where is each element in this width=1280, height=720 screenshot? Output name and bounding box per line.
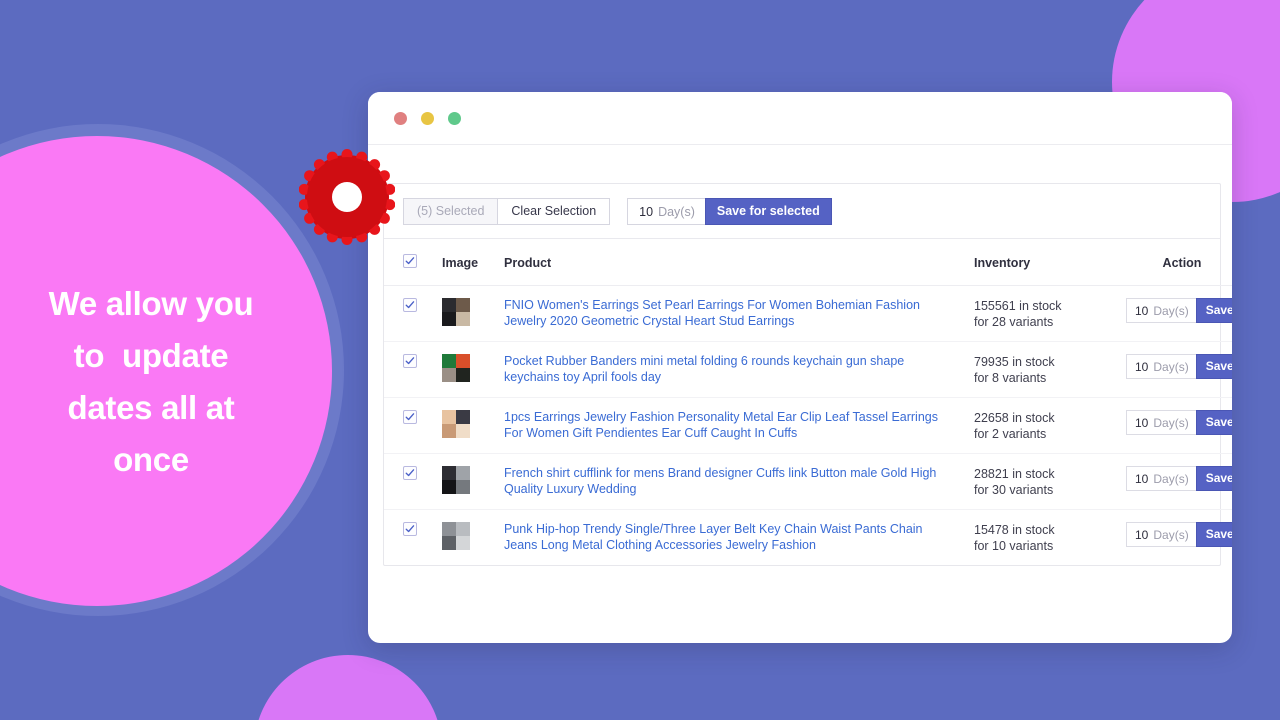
row-image-cell <box>442 285 504 342</box>
inventory-variants: for 28 variants <box>974 315 1054 329</box>
row-action-cell: 10 Day(s) Save <box>1126 397 1232 454</box>
promo-headline: We allow you to update dates all at once <box>48 285 254 479</box>
row-action-cell: 10 Day(s) Save <box>1126 453 1232 510</box>
row-checkbox[interactable] <box>403 466 417 480</box>
row-inventory-cell: 22658 in stock for 2 variants <box>974 397 1126 454</box>
row-inventory-cell: 15478 in stock for 10 variants <box>974 510 1126 566</box>
row-image-cell <box>442 510 504 566</box>
inventory-variants: for 30 variants <box>974 483 1054 497</box>
inventory-stock: 155561 in stock <box>974 299 1062 313</box>
window-titlebar <box>368 92 1232 145</box>
bulk-days-input[interactable]: 10 Day(s) <box>627 198 705 225</box>
browser-window: (5) Selected Clear Selection 10 Day(s) S… <box>368 92 1232 643</box>
row-select-cell <box>384 285 442 342</box>
bulk-days-unit: Day(s) <box>658 204 695 219</box>
row-action-cell: 10 Day(s) Save <box>1126 341 1232 398</box>
row-days-unit: Day(s) <box>1153 527 1189 542</box>
table-row: Pocket Rubber Banders mini metal folding… <box>384 341 1232 398</box>
product-link[interactable]: Pocket Rubber Banders mini metal folding… <box>504 354 956 385</box>
row-days-value: 10 <box>1135 527 1149 542</box>
products-card: (5) Selected Clear Selection 10 Day(s) S… <box>383 183 1232 566</box>
row-product-cell: Pocket Rubber Banders mini metal folding… <box>504 341 974 398</box>
row-days-value: 10 <box>1135 415 1149 430</box>
row-image-cell <box>442 453 504 510</box>
row-days-value: 10 <box>1135 303 1149 318</box>
table-header-row: Image Product Inventory Action <box>384 239 1232 286</box>
row-image-cell <box>442 341 504 398</box>
selected-count-button[interactable]: (5) Selected <box>403 198 499 225</box>
selection-button-group: (5) Selected Clear Selection <box>403 198 611 225</box>
products-table-body: FNIO Women's Earrings Set Pearl Earrings… <box>384 285 1232 566</box>
row-inventory-cell: 28821 in stock for 30 variants <box>974 453 1126 510</box>
inventory-variants: for 10 variants <box>974 539 1054 553</box>
row-days-input[interactable]: 10 Day(s) <box>1126 410 1196 435</box>
inventory-stock: 28821 in stock <box>974 467 1055 481</box>
row-checkbox[interactable] <box>403 298 417 312</box>
row-inventory-cell: 155561 in stock for 28 variants <box>974 285 1126 342</box>
row-days-unit: Day(s) <box>1153 415 1189 430</box>
row-days-unit: Day(s) <box>1153 359 1189 374</box>
row-days-input[interactable]: 10 Day(s) <box>1126 466 1196 491</box>
row-save-button[interactable]: Save <box>1195 298 1232 323</box>
row-save-button[interactable]: Save <box>1195 466 1232 491</box>
th-select-all <box>384 239 442 286</box>
gear-badge-icon <box>298 149 396 245</box>
row-days-input[interactable]: 10 Day(s) <box>1126 354 1196 379</box>
inventory-stock: 15478 in stock <box>974 523 1055 537</box>
bulk-days-group: 10 Day(s) Save for selected <box>627 198 832 225</box>
inventory-variants: for 8 variants <box>974 371 1047 385</box>
product-link[interactable]: FNIO Women's Earrings Set Pearl Earrings… <box>504 298 956 329</box>
row-days-unit: Day(s) <box>1153 303 1189 318</box>
product-link[interactable]: Punk Hip-hop Trendy Single/Three Layer B… <box>504 522 956 553</box>
row-product-cell: FNIO Women's Earrings Set Pearl Earrings… <box>504 285 974 342</box>
decorative-circle-bottom <box>254 655 442 720</box>
products-table: Image Product Inventory Action FNIO Wome… <box>384 239 1232 565</box>
inventory-variants: for 2 variants <box>974 427 1047 441</box>
bulk-action-toolbar: (5) Selected Clear Selection 10 Day(s) S… <box>384 184 1220 239</box>
table-row: French shirt cufflink for mens Brand des… <box>384 453 1232 510</box>
row-select-cell <box>384 341 442 398</box>
row-image-cell <box>442 397 504 454</box>
select-all-checkbox[interactable] <box>403 254 417 268</box>
row-save-button[interactable]: Save <box>1195 410 1232 435</box>
products-table-head: Image Product Inventory Action <box>384 239 1232 286</box>
row-select-cell <box>384 453 442 510</box>
row-days-unit: Day(s) <box>1153 471 1189 486</box>
row-days-value: 10 <box>1135 471 1149 486</box>
row-select-cell <box>384 397 442 454</box>
table-row: Punk Hip-hop Trendy Single/Three Layer B… <box>384 510 1232 566</box>
th-action: Action <box>1126 239 1232 286</box>
row-save-button[interactable]: Save <box>1195 354 1232 379</box>
bulk-days-value: 10 <box>639 204 654 219</box>
minimize-dot-icon[interactable] <box>421 112 434 125</box>
row-action-cell: 10 Day(s) Save <box>1126 285 1232 342</box>
maximize-dot-icon[interactable] <box>448 112 461 125</box>
save-for-selected-button[interactable]: Save for selected <box>704 198 832 225</box>
row-days-input[interactable]: 10 Day(s) <box>1126 298 1196 323</box>
row-inventory-cell: 79935 in stock for 8 variants <box>974 341 1126 398</box>
row-checkbox[interactable] <box>403 410 417 424</box>
row-checkbox[interactable] <box>403 522 417 536</box>
row-days-value: 10 <box>1135 359 1149 374</box>
th-image: Image <box>442 239 504 286</box>
row-checkbox[interactable] <box>403 354 417 368</box>
row-days-input[interactable]: 10 Day(s) <box>1126 522 1196 547</box>
clear-selection-button[interactable]: Clear Selection <box>498 198 611 225</box>
product-link[interactable]: 1pcs Earrings Jewelry Fashion Personalit… <box>504 410 956 441</box>
row-product-cell: French shirt cufflink for mens Brand des… <box>504 453 974 510</box>
inventory-stock: 79935 in stock <box>974 355 1055 369</box>
close-dot-icon[interactable] <box>394 112 407 125</box>
th-inventory: Inventory <box>974 239 1126 286</box>
product-link[interactable]: French shirt cufflink for mens Brand des… <box>504 466 956 497</box>
row-product-cell: 1pcs Earrings Jewelry Fashion Personalit… <box>504 397 974 454</box>
row-select-cell <box>384 510 442 566</box>
row-save-button[interactable]: Save <box>1195 522 1232 547</box>
row-product-cell: Punk Hip-hop Trendy Single/Three Layer B… <box>504 510 974 566</box>
inventory-stock: 22658 in stock <box>974 411 1055 425</box>
table-row: 1pcs Earrings Jewelry Fashion Personalit… <box>384 397 1232 454</box>
th-product: Product <box>504 239 974 286</box>
table-row: FNIO Women's Earrings Set Pearl Earrings… <box>384 285 1232 342</box>
row-action-cell: 10 Day(s) Save <box>1126 510 1232 566</box>
